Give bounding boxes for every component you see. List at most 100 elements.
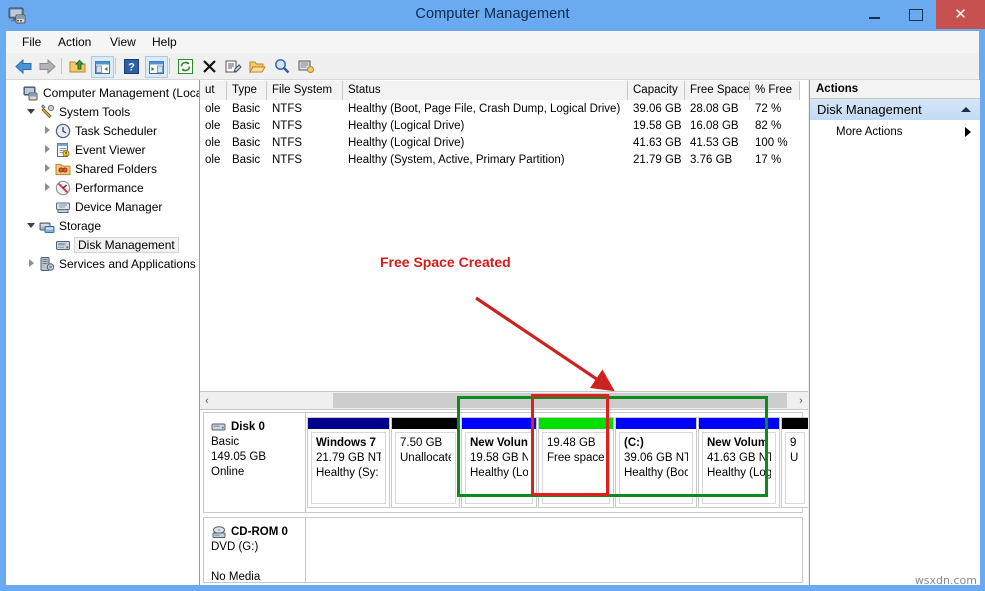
column-header-ut[interactable]: ut	[200, 81, 227, 100]
tree-expander-open-icon[interactable]	[26, 106, 37, 117]
volume-cell-capacity: 21.79 GB	[628, 152, 685, 169]
tree-expander-closed-icon[interactable]	[42, 182, 53, 193]
tree-item-label: Shared Folders	[75, 162, 157, 176]
volume-cell-type: Basic	[227, 152, 267, 169]
tree-item-shared-folders[interactable]: Shared Folders	[42, 159, 157, 178]
actions-group-label: Disk Management	[810, 102, 961, 117]
column-header-file-system[interactable]: File System	[267, 81, 343, 100]
menu-help[interactable]: Help	[146, 34, 183, 50]
partition-details: 9U	[785, 432, 805, 504]
partition[interactable]: Windows 721.79 GB NTHealthy (Sy:	[307, 417, 390, 508]
tree-item-task-scheduler[interactable]: Task Scheduler	[42, 121, 157, 140]
tree-item-system-tools[interactable]: System Tools	[26, 102, 130, 121]
shared-folders-icon	[55, 161, 71, 177]
forward-icon[interactable]	[37, 56, 58, 76]
refresh-icon[interactable]	[175, 56, 196, 76]
column-header-type[interactable]: Type	[227, 81, 267, 100]
actions-group-disk-management[interactable]: Disk Management	[810, 99, 980, 120]
rescan-disks-icon[interactable]	[295, 56, 316, 76]
scroll-left-arrow[interactable]: ‹	[200, 392, 214, 409]
storage-icon	[39, 218, 55, 234]
tree-expander-closed-icon[interactable]	[42, 144, 53, 155]
volume-cell-capacity: 41.63 GB	[628, 135, 685, 152]
volume-cell-status: Healthy (Boot, Page File, Crash Dump, Lo…	[343, 101, 628, 118]
tree-item-services-and-applications[interactable]: Services and Applications	[26, 254, 196, 273]
window-controls: ✕	[854, 0, 985, 31]
volume-cell-fs: NTFS	[267, 118, 343, 135]
partition[interactable]: 9U	[781, 417, 808, 508]
event-viewer-icon	[55, 142, 71, 158]
volume-cell-layout: ole	[200, 101, 227, 118]
volume-cell-free: 3.76 GB	[685, 152, 750, 169]
volume-cell-fs: NTFS	[267, 101, 343, 118]
tree-item-storage[interactable]: Storage	[26, 216, 101, 235]
tree-item-event-viewer[interactable]: Event Viewer	[42, 140, 145, 159]
tree-item-label: System Tools	[59, 105, 130, 119]
chevron-up-icon[interactable]	[961, 107, 971, 112]
volume-cell-free: 41.53 GB	[685, 135, 750, 152]
menu-action[interactable]: Action	[52, 34, 97, 50]
partition-status: U	[790, 451, 800, 466]
column-header--free[interactable]: % Free	[750, 81, 800, 100]
chevron-right-icon	[965, 127, 971, 137]
partition-status: Healthy (Sy:	[316, 466, 381, 481]
search-icon[interactable]	[271, 56, 292, 76]
annotation-green-highlight-box	[457, 396, 768, 497]
column-header-capacity[interactable]: Capacity	[628, 81, 685, 100]
volume-row[interactable]: oleBasicNTFSHealthy (Logical Drive)19.58…	[200, 118, 808, 135]
show-hide-console-tree-icon[interactable]	[91, 56, 114, 78]
menu-file[interactable]: File	[16, 34, 47, 50]
column-header-status[interactable]: Status	[343, 81, 628, 100]
volume-cell-layout: ole	[200, 118, 227, 135]
volume-cell-fs: NTFS	[267, 152, 343, 169]
show-hide-action-pane-icon[interactable]	[145, 56, 168, 78]
help-icon[interactable]: ?	[121, 56, 142, 76]
window-title: Computer Management	[0, 6, 985, 22]
volume-cell-layout: ole	[200, 152, 227, 169]
volume-cell-pct: 72 %	[750, 101, 800, 118]
console-tree-pane: Computer Management (Local System Tools Ta…	[6, 80, 200, 585]
volume-cell-status: Healthy (System, Active, Primary Partiti…	[343, 152, 628, 169]
tree-item-disk-management[interactable]: Disk Management	[42, 235, 179, 254]
partition[interactable]: 7.50 GBUnallocate	[391, 417, 460, 508]
tree-expander-open-icon[interactable]	[26, 220, 37, 231]
disk-management-icon	[55, 237, 71, 253]
partition-color-bar	[782, 418, 808, 429]
partition-name: Windows 7	[316, 436, 381, 451]
volume-cell-layout: ole	[200, 135, 227, 152]
volume-row[interactable]: oleBasicNTFSHealthy (System, Active, Pri…	[200, 152, 808, 169]
close-button[interactable]: ✕	[936, 0, 985, 29]
scroll-right-arrow[interactable]: ›	[794, 392, 808, 409]
tree-item-label: Storage	[59, 219, 101, 233]
action-more-actions[interactable]: More Actions	[810, 122, 980, 142]
menu-view[interactable]: View	[104, 34, 142, 50]
column-header-free-space[interactable]: Free Space	[685, 81, 750, 100]
disk-info-line: Basic	[211, 435, 298, 450]
disk-name-label: Disk 0	[231, 421, 265, 433]
tree-item-label: Computer Management (Local	[43, 86, 200, 100]
disk-info-line: Online	[211, 465, 298, 480]
tree-expander-closed-icon[interactable]	[42, 163, 53, 174]
device-manager-icon	[55, 199, 71, 215]
tree-item-label: Device Manager	[75, 200, 162, 214]
tree-item-device-manager[interactable]: Device Manager	[42, 197, 162, 216]
delete-icon[interactable]	[199, 56, 220, 76]
minimize-button[interactable]	[854, 0, 895, 29]
tree-expander-closed-icon[interactable]	[26, 258, 37, 269]
maximize-button[interactable]	[895, 0, 936, 29]
tree-expander-closed-icon[interactable]	[42, 125, 53, 136]
actions-pane: Actions Disk Management More Actions	[809, 80, 980, 585]
tree-item-computer-management-local[interactable]: Computer Management (Local	[10, 83, 200, 102]
disk-row-cd-rom-0[interactable]: CD-ROM 0DVD (G:) No Media	[203, 517, 803, 583]
volume-row[interactable]: oleBasicNTFSHealthy (Boot, Page File, Cr…	[200, 101, 808, 118]
properties-icon[interactable]	[223, 56, 244, 76]
volume-cell-capacity: 39.06 GB	[628, 101, 685, 118]
up-one-level-icon[interactable]	[67, 56, 88, 76]
tree-spacer	[10, 87, 21, 98]
back-icon[interactable]	[13, 56, 34, 76]
open-icon[interactable]	[247, 56, 268, 76]
tree-item-performance[interactable]: Performance	[42, 178, 144, 197]
minimize-icon	[869, 17, 880, 19]
volume-row[interactable]: oleBasicNTFSHealthy (Logical Drive)41.63…	[200, 135, 808, 152]
disk-info: Disk 0Basic149.05 GBOnline	[204, 413, 306, 512]
